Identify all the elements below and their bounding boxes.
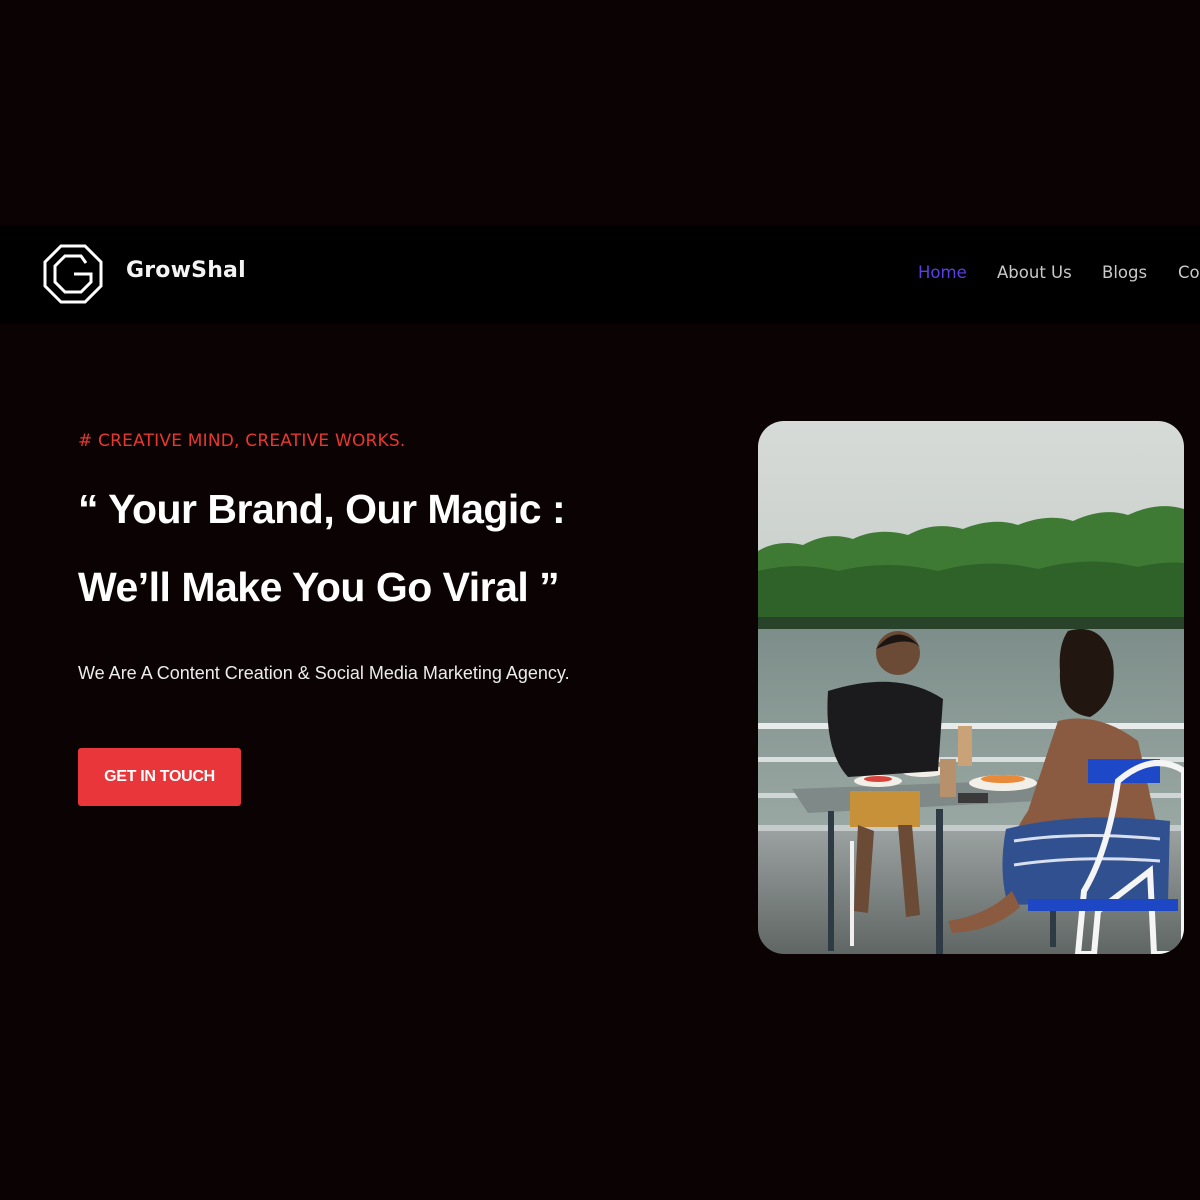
hero-tagline: # CREATIVE MIND, CREATIVE WORKS.: [78, 431, 406, 451]
hero-subtext: We Are A Content Creation & Social Media…: [78, 663, 570, 683]
page: GrowShal Home About Us Blogs Co # CREATI…: [0, 0, 1200, 1200]
hero-headline-line1: “ Your Brand, Our Magic :: [78, 486, 566, 532]
brand-name[interactable]: GrowShal: [126, 258, 246, 283]
hero-photo: [758, 421, 1184, 954]
nav-contact-link[interactable]: Co: [1178, 263, 1200, 282]
get-in-touch-button[interactable]: GET IN TOUCH: [78, 748, 241, 806]
nav-blogs-link[interactable]: Blogs: [1102, 263, 1147, 282]
nav-home-link[interactable]: Home: [918, 263, 967, 282]
octagon-g-logo-icon[interactable]: [42, 243, 104, 305]
nav-about-link[interactable]: About Us: [997, 263, 1072, 282]
hero-headline-line2: We’ll Make You Go Viral ”: [78, 564, 560, 610]
site-header: GrowShal Home About Us Blogs Co: [0, 225, 1200, 324]
